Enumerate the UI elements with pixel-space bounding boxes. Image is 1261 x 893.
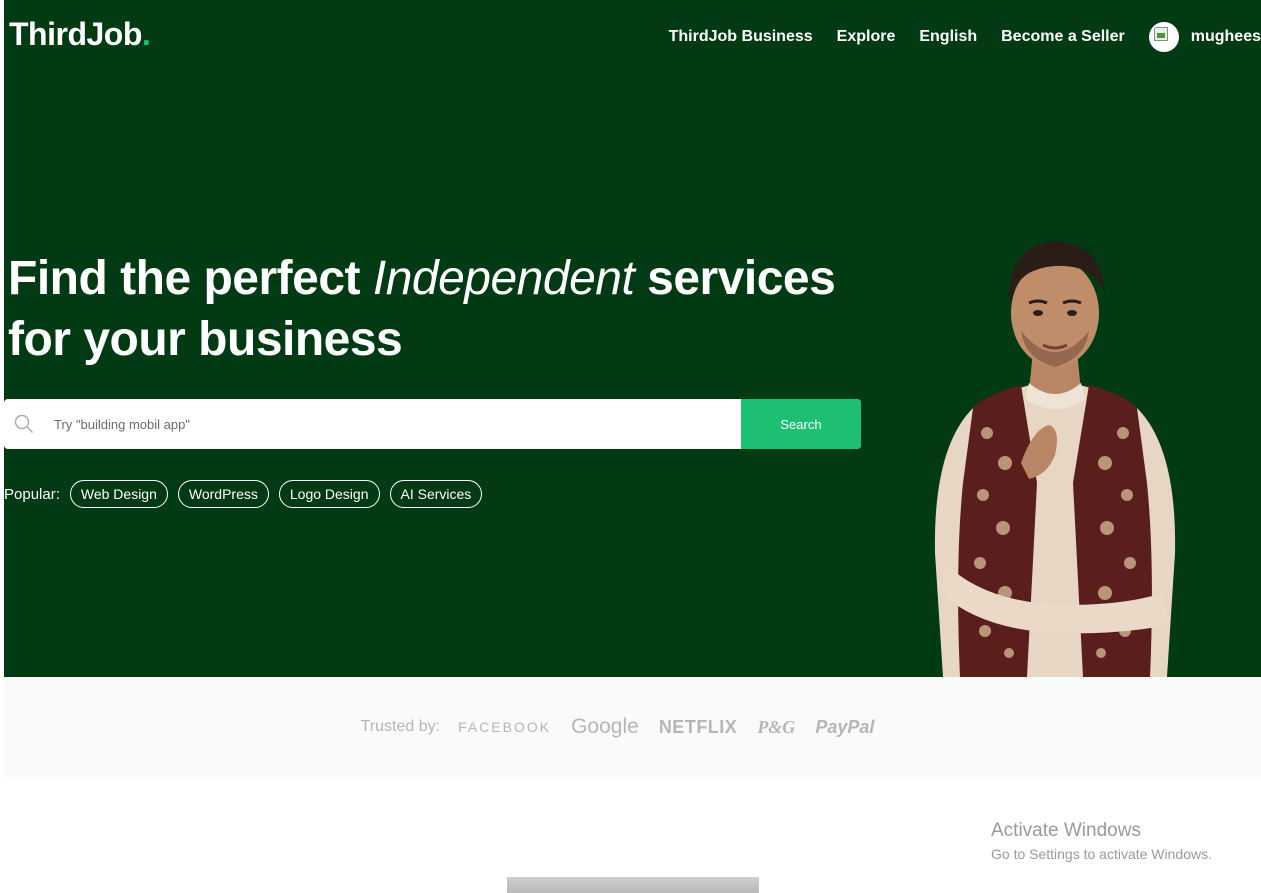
search-icon	[4, 399, 52, 449]
hero-section: ThirdJob. ThirdJob Business Explore Engl…	[4, 0, 1261, 677]
search-input[interactable]	[52, 399, 741, 449]
top-navigation: ThirdJob Business Explore English Become…	[645, 22, 1261, 52]
popular-tag-logo-design[interactable]: Logo Design	[278, 480, 380, 508]
brand-facebook-logo: FACEBOOK	[458, 719, 552, 735]
hero-search-bar: Search	[4, 399, 861, 449]
brand-paypal-logo: PayPal	[815, 716, 875, 737]
headline-part1: Find the perfect	[8, 252, 373, 305]
nav-become-seller-link[interactable]: Become a Seller	[1001, 28, 1125, 46]
headline-italic: Independent	[372, 252, 635, 305]
hero-headline: Find the perfect Independent services fo…	[8, 248, 888, 370]
popular-label: Popular:	[4, 485, 60, 503]
logo-dot: .	[141, 16, 151, 52]
windows-activation-watermark: Activate Windows Go to Settings to activ…	[991, 820, 1212, 866]
popular-tag-wordpress[interactable]: WordPress	[177, 480, 269, 508]
search-button[interactable]: Search	[741, 399, 861, 449]
brand-google-logo: Google	[571, 715, 639, 738]
trusted-label: Trusted by:	[360, 718, 441, 735]
logo-text: ThirdJob	[9, 16, 142, 52]
avatar-broken-image-icon	[1153, 27, 1168, 41]
popular-tags: Popular: Web Design WordPress Logo Desig…	[4, 479, 492, 509]
popular-tag-web-design[interactable]: Web Design	[69, 480, 168, 508]
nav-explore-link[interactable]: Explore	[837, 28, 896, 46]
site-logo[interactable]: ThirdJob.	[9, 16, 151, 53]
trusted-by-bar: Trusted by: FACEBOOK Google NETFLIX P&G …	[4, 677, 1261, 777]
brand-netflix-logo: NETFLIX	[658, 716, 738, 737]
brand-pg-logo: P&G	[757, 716, 796, 737]
section-image-preview	[507, 877, 759, 893]
popular-tag-ai-services[interactable]: AI Services	[389, 480, 483, 508]
watermark-title: Activate Windows	[991, 820, 1141, 841]
hero-person-image	[934, 241, 1176, 677]
nav-business-link[interactable]: ThirdJob Business	[669, 28, 813, 46]
nav-language-link[interactable]: English	[919, 28, 977, 46]
user-avatar[interactable]	[1148, 22, 1179, 52]
user-name[interactable]: mughees	[1191, 28, 1261, 46]
watermark-subtitle: Go to Settings to activate Windows.	[991, 846, 1212, 862]
